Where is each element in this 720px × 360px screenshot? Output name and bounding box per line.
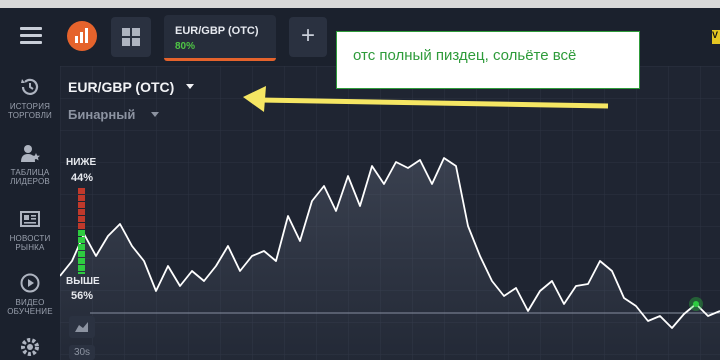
asset-tab-payout: 80% bbox=[175, 41, 196, 52]
sidebar-item-video-tutorials[interactable]: ВИДЕО ОБУЧЕНИЕ bbox=[0, 272, 60, 316]
sentiment-higher-percent: 56% bbox=[71, 290, 94, 302]
timeframe-button[interactable]: 30s bbox=[69, 345, 95, 360]
grid-apps-icon bbox=[122, 28, 140, 46]
sentiment-higher-segment bbox=[78, 258, 85, 264]
sentiment-higher-segment bbox=[78, 230, 85, 236]
chevron-down-icon[interactable] bbox=[151, 112, 159, 117]
apps-grid-button[interactable] bbox=[111, 17, 151, 57]
sidebar-label: ВИДЕО bbox=[15, 298, 45, 307]
sidebar-item-market-news[interactable]: НОВОСТИ РЫНКА bbox=[0, 208, 60, 252]
hamburger-menu-icon[interactable] bbox=[20, 27, 42, 45]
area-chart-icon bbox=[75, 322, 88, 332]
sentiment-higher-segment bbox=[78, 244, 85, 250]
chart-type-button[interactable] bbox=[69, 316, 95, 338]
settings-icon bbox=[21, 338, 39, 356]
sentiment-higher-label: ВЫШЕ bbox=[66, 276, 100, 287]
history-icon bbox=[21, 78, 39, 95]
sidebar-label: ОБУЧЕНИЕ bbox=[7, 307, 53, 316]
sidebar-label: ТАБЛИЦА bbox=[10, 168, 50, 177]
sentiment-lower-segment bbox=[78, 195, 85, 201]
sentiment-higher-segment bbox=[78, 237, 85, 243]
sentiment-lower-segment bbox=[78, 223, 85, 229]
add-asset-button[interactable]: + bbox=[289, 17, 327, 57]
left-sidebar: ИСТОРИЯ ТОРГОВЛИ ТАБЛИЦА ЛИДЕРОВ НОВОСТИ… bbox=[0, 66, 60, 360]
sentiment-higher-segment bbox=[78, 251, 85, 257]
sentiment-higher-segment bbox=[78, 272, 85, 274]
sidebar-label: ТОРГОВЛИ bbox=[7, 111, 53, 120]
chevron-down-icon[interactable] bbox=[186, 84, 194, 89]
video-play-icon bbox=[20, 273, 40, 293]
sentiment-lower-segment bbox=[78, 216, 85, 222]
annotation-comment: отс полный пиздец, сольёте всё bbox=[336, 31, 640, 89]
asset-pair-title[interactable]: EUR/GBP (OTC) bbox=[68, 79, 174, 95]
account-badge[interactable]: V bbox=[712, 30, 720, 44]
option-type-label[interactable]: Бинарный bbox=[68, 107, 135, 122]
leaderboard-icon bbox=[21, 145, 40, 162]
plus-icon: + bbox=[300, 22, 315, 49]
news-icon bbox=[20, 211, 40, 227]
sidebar-label: НОВОСТИ bbox=[9, 234, 51, 243]
sidebar-label: ИСТОРИЯ bbox=[9, 102, 51, 111]
sidebar-label: РЫНКА bbox=[15, 243, 45, 252]
active-tab-indicator bbox=[164, 58, 276, 61]
sentiment-lower-segment bbox=[78, 202, 85, 208]
brand-logo-icon[interactable] bbox=[67, 21, 97, 51]
sentiment-lower-label: НИЖЕ bbox=[66, 157, 97, 168]
sentiment-higher-segment bbox=[78, 265, 85, 271]
browser-top-strip bbox=[0, 0, 720, 8]
price-chart-canvas bbox=[60, 66, 720, 360]
sentiment-lower-segment bbox=[78, 188, 85, 194]
sidebar-item-trade-history[interactable]: ИСТОРИЯ ТОРГОВЛИ bbox=[0, 76, 60, 120]
asset-tab[interactable]: EUR/GBP (OTC) 80% bbox=[164, 15, 276, 61]
sidebar-item-settings[interactable] bbox=[0, 336, 60, 360]
sidebar-item-leaderboard[interactable]: ТАБЛИЦА ЛИДЕРОВ bbox=[0, 142, 60, 186]
sentiment-lower-percent: 44% bbox=[71, 172, 94, 184]
asset-tab-name: EUR/GBP (OTC) bbox=[175, 25, 259, 37]
live-price-dot bbox=[693, 301, 699, 307]
sidebar-label: ЛИДЕРОВ bbox=[10, 177, 50, 186]
sentiment-bar bbox=[78, 188, 85, 274]
price-chart[interactable] bbox=[60, 66, 720, 360]
sentiment-lower-segment bbox=[78, 209, 85, 215]
